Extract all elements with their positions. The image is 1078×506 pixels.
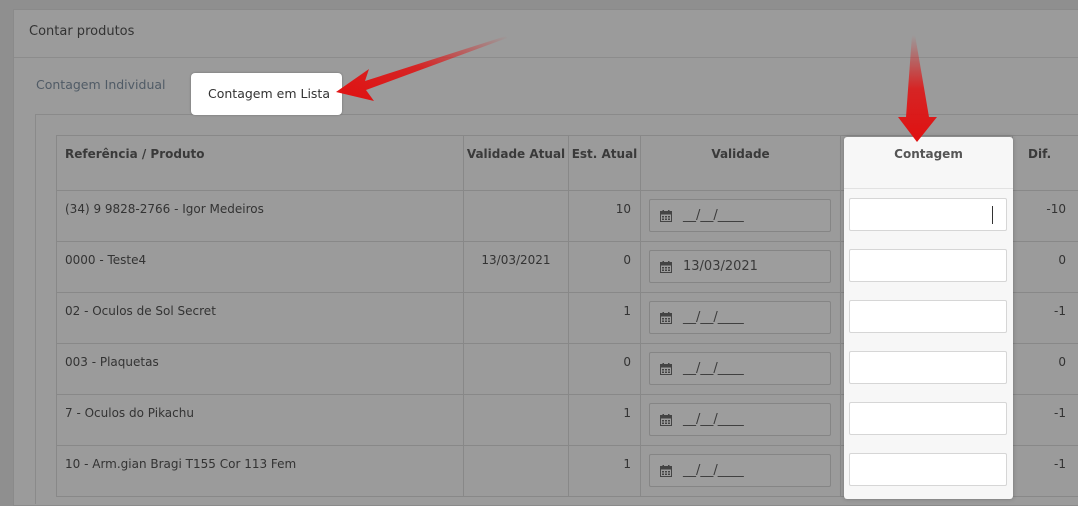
arrow-to-count-column	[898, 35, 937, 142]
arrow-to-list-tab	[336, 36, 507, 101]
annotation-arrows	[0, 0, 1078, 501]
